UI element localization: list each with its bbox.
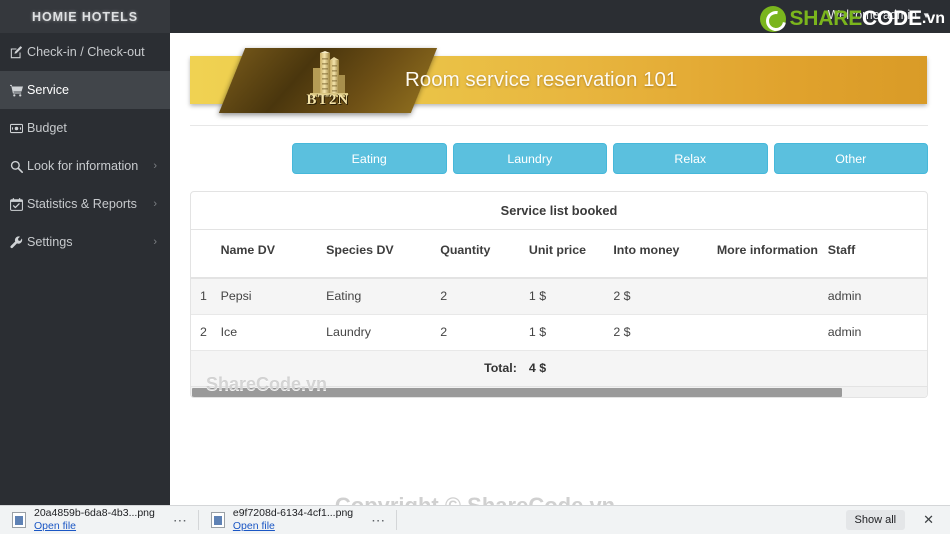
welcome-user-menu[interactable]: Welcome admin ▼ xyxy=(828,8,930,22)
row-into-money: 2 $ xyxy=(613,314,717,351)
row-staff: admin xyxy=(827,314,927,351)
download-filename: 20a4859b-6da8-4b3...png xyxy=(34,506,155,519)
show-all-downloads-button[interactable]: Show all xyxy=(845,510,906,530)
table-header-row: Name DV Species DV Quantity Unit price I… xyxy=(191,230,927,279)
row-index: 1 xyxy=(191,278,221,315)
sidebar-item-look-for-information[interactable]: Look for information › xyxy=(0,147,170,185)
sidebar-item-label: Service xyxy=(27,83,69,97)
caret-down-icon: ▼ xyxy=(922,11,930,21)
row-quantity: 2 xyxy=(440,314,529,351)
col-name-dv: Name DV xyxy=(220,230,327,279)
browser-page: HOMIE HOTELS Check-in / Check-out Service… xyxy=(0,0,950,534)
search-icon xyxy=(10,160,27,173)
row-species-dv: Eating xyxy=(326,278,441,315)
service-list-panel: Service list booked Name DV Species DV Q… xyxy=(190,191,928,398)
table-header: Name DV Species DV Quantity Unit price I… xyxy=(191,230,927,279)
sidebar-item-service[interactable]: Service xyxy=(0,71,170,109)
sidebar-item-check-in-check-out[interactable]: Check-in / Check-out xyxy=(0,33,170,71)
col-quantity: Quantity xyxy=(440,230,529,279)
sidebar-item-label: Statistics & Reports xyxy=(27,197,137,211)
row-more-information xyxy=(716,278,828,315)
scrollbar-thumb[interactable] xyxy=(192,388,842,397)
total-row: Total: 4 $ xyxy=(191,350,927,386)
col-staff: Staff xyxy=(827,230,927,279)
topbar: Welcome admin ▼ xyxy=(170,0,950,33)
sidebar-item-label: Check-in / Check-out xyxy=(27,45,145,59)
download-open-file-link[interactable]: Open file xyxy=(34,520,155,533)
col-into-money: Into money xyxy=(613,230,717,279)
category-button-label: Eating xyxy=(351,151,387,166)
table-row[interactable]: 1 Pepsi Eating 2 1 $2 $ admin xyxy=(191,278,927,315)
table-row[interactable]: 2 Ice Laundry 2 1 $2 $ admin xyxy=(191,314,927,351)
edit-square-icon xyxy=(10,45,27,59)
sidebar-item-budget[interactable]: Budget xyxy=(0,109,170,147)
category-button-label: Laundry xyxy=(507,151,553,166)
download-item[interactable]: 20a4859b-6da8-4b3...png Open file ⋯ xyxy=(0,506,198,534)
sidebar-item-statistics-reports[interactable]: Statistics & Reports › xyxy=(0,185,170,223)
row-into-money: 2 $ xyxy=(613,278,717,315)
row-quantity: 2 xyxy=(440,278,529,315)
sidebar-item-label: Look for information xyxy=(27,159,139,173)
sidebar-item-settings[interactable]: Settings › xyxy=(0,223,170,261)
table-footer: Total: 4 $ xyxy=(191,350,927,386)
panel-heading: Service list booked xyxy=(191,192,927,230)
row-name-dv: Ice xyxy=(220,314,327,351)
download-menu-icon[interactable]: ⋯ xyxy=(167,512,194,529)
download-menu-icon[interactable]: ⋯ xyxy=(365,512,392,529)
download-item[interactable]: e9f7208d-6134-4cf1...png Open file ⋯ xyxy=(199,506,396,534)
row-unit-price: 1 $ xyxy=(528,314,614,351)
close-icon[interactable]: ✕ xyxy=(915,510,942,530)
table-horizontal-scrollbar[interactable] xyxy=(191,386,927,397)
download-filename: e9f7208d-6134-4cf1...png xyxy=(232,506,354,519)
shopping-cart-icon xyxy=(10,84,27,97)
page-title: Room service reservation 101 xyxy=(405,68,678,91)
file-image-icon xyxy=(12,512,26,528)
download-bar: 20a4859b-6da8-4b3...png Open file ⋯ e9f7208… xyxy=(0,505,950,534)
wrench-icon xyxy=(10,235,27,249)
category-button-relax[interactable]: Relax xyxy=(613,143,768,174)
chevron-right-icon: › xyxy=(153,197,157,210)
row-species-dv: Laundry xyxy=(326,314,441,351)
row-name-dv: Pepsi xyxy=(220,278,327,315)
col-index xyxy=(191,230,221,279)
category-button-label: Other xyxy=(835,151,867,166)
row-staff: admin xyxy=(827,278,927,315)
welcome-label: Welcome admin xyxy=(827,8,918,22)
chevron-right-icon: › xyxy=(153,159,157,172)
money-bill-icon xyxy=(10,122,27,135)
category-button-label: Relax xyxy=(674,151,707,166)
row-more-information xyxy=(716,314,828,351)
chevron-right-icon: › xyxy=(153,235,157,248)
page-banner: BT2N Room service reservation 101 xyxy=(190,48,928,113)
service-category-buttons: Eating Laundry Relax Other xyxy=(292,143,928,174)
brand-logo[interactable]: HOMIE HOTELS xyxy=(0,0,170,33)
download-separator xyxy=(396,510,398,530)
main-content: BT2N Room service reservation 101 Eating… xyxy=(170,33,950,505)
total-label: Total: xyxy=(440,350,529,386)
banner-divider xyxy=(190,125,928,126)
sidebar-item-label: Budget xyxy=(27,121,67,135)
file-image-icon xyxy=(210,512,225,528)
table-body: 1 Pepsi Eating 2 1 $2 $ admin 2 Ice Laundry 2 1 $2… xyxy=(191,278,927,351)
sidebar-item-label: Settings xyxy=(27,235,73,249)
banner-logo-text: BT2N xyxy=(306,92,350,108)
download-open-file-link[interactable]: Open file xyxy=(233,520,353,533)
category-button-laundry[interactable]: Laundry xyxy=(452,143,607,174)
category-button-other[interactable]: Other xyxy=(773,143,928,174)
row-index: 2 xyxy=(191,314,221,351)
col-more-information: More information xyxy=(716,230,828,279)
category-button-eating[interactable]: Eating xyxy=(292,143,447,174)
col-species-dv: Species DV xyxy=(326,230,441,279)
sidebar-nav: Check-in / Check-out Service Budget Look fo… xyxy=(0,33,170,261)
sidebar: HOMIE HOTELS Check-in / Check-out Service… xyxy=(0,0,170,505)
total-value: 4 $ xyxy=(528,350,614,386)
download-items: 20a4859b-6da8-4b3...png Open file ⋯ e9f7208… xyxy=(0,506,398,534)
col-unit-price: Unit price xyxy=(528,230,614,279)
row-unit-price: 1 $ xyxy=(528,278,614,315)
calendar-check-icon xyxy=(10,197,27,211)
service-table: Name DV Species DV Quantity Unit price I… xyxy=(191,230,927,386)
